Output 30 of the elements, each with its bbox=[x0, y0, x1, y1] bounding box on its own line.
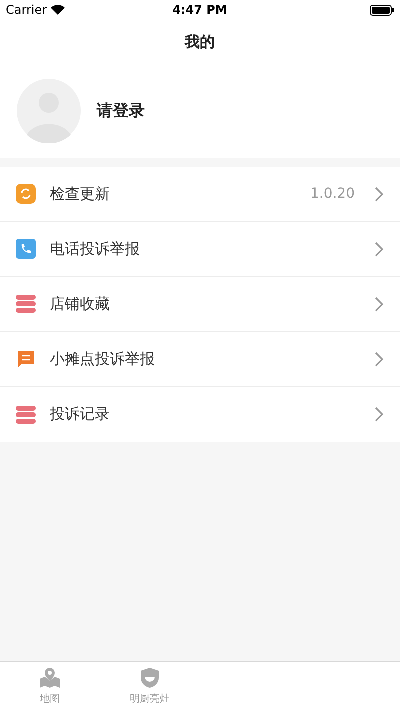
stack-icon bbox=[16, 404, 36, 424]
menu-row[interactable]: 检查更新 1.0.20 bbox=[0, 167, 400, 222]
clock-time: 4:47 PM bbox=[172, 3, 228, 17]
menu-row[interactable]: 小摊点投诉举报 bbox=[0, 332, 400, 387]
page-title: 我的 bbox=[185, 32, 215, 52]
message-icon bbox=[16, 349, 36, 369]
chevron-right-icon bbox=[375, 186, 384, 202]
menu-label: 店铺收藏 bbox=[50, 294, 111, 314]
avatar-icon[interactable] bbox=[17, 79, 81, 143]
shield-icon bbox=[139, 666, 161, 688]
version-number: 1.0.20 bbox=[310, 186, 355, 202]
map-pin-icon bbox=[39, 666, 61, 688]
menu-label: 检查更新 bbox=[50, 184, 111, 204]
login-prompt[interactable]: 请登录 bbox=[97, 100, 145, 122]
wifi-icon bbox=[51, 5, 66, 15]
phone-icon bbox=[16, 239, 36, 259]
stack-icon bbox=[16, 294, 36, 314]
carrier-label: Carrier bbox=[6, 3, 48, 17]
menu-row[interactable]: 店铺收藏 bbox=[0, 277, 400, 332]
chevron-right-icon bbox=[375, 296, 384, 312]
menu-label: 投诉记录 bbox=[50, 405, 111, 424]
refresh-icon bbox=[16, 184, 36, 204]
chevron-right-icon bbox=[375, 352, 384, 366]
menu-label: 小摊点投诉举报 bbox=[50, 350, 156, 368]
menu-label: 电话投诉举报 bbox=[50, 240, 141, 258]
chevron-right-icon bbox=[375, 407, 384, 422]
battery-icon bbox=[370, 4, 394, 16]
menu-row[interactable]: 电话投诉举报 bbox=[0, 222, 400, 277]
chevron-right-icon bbox=[375, 242, 384, 256]
menu-row[interactable]: 投诉记录 bbox=[0, 387, 400, 442]
